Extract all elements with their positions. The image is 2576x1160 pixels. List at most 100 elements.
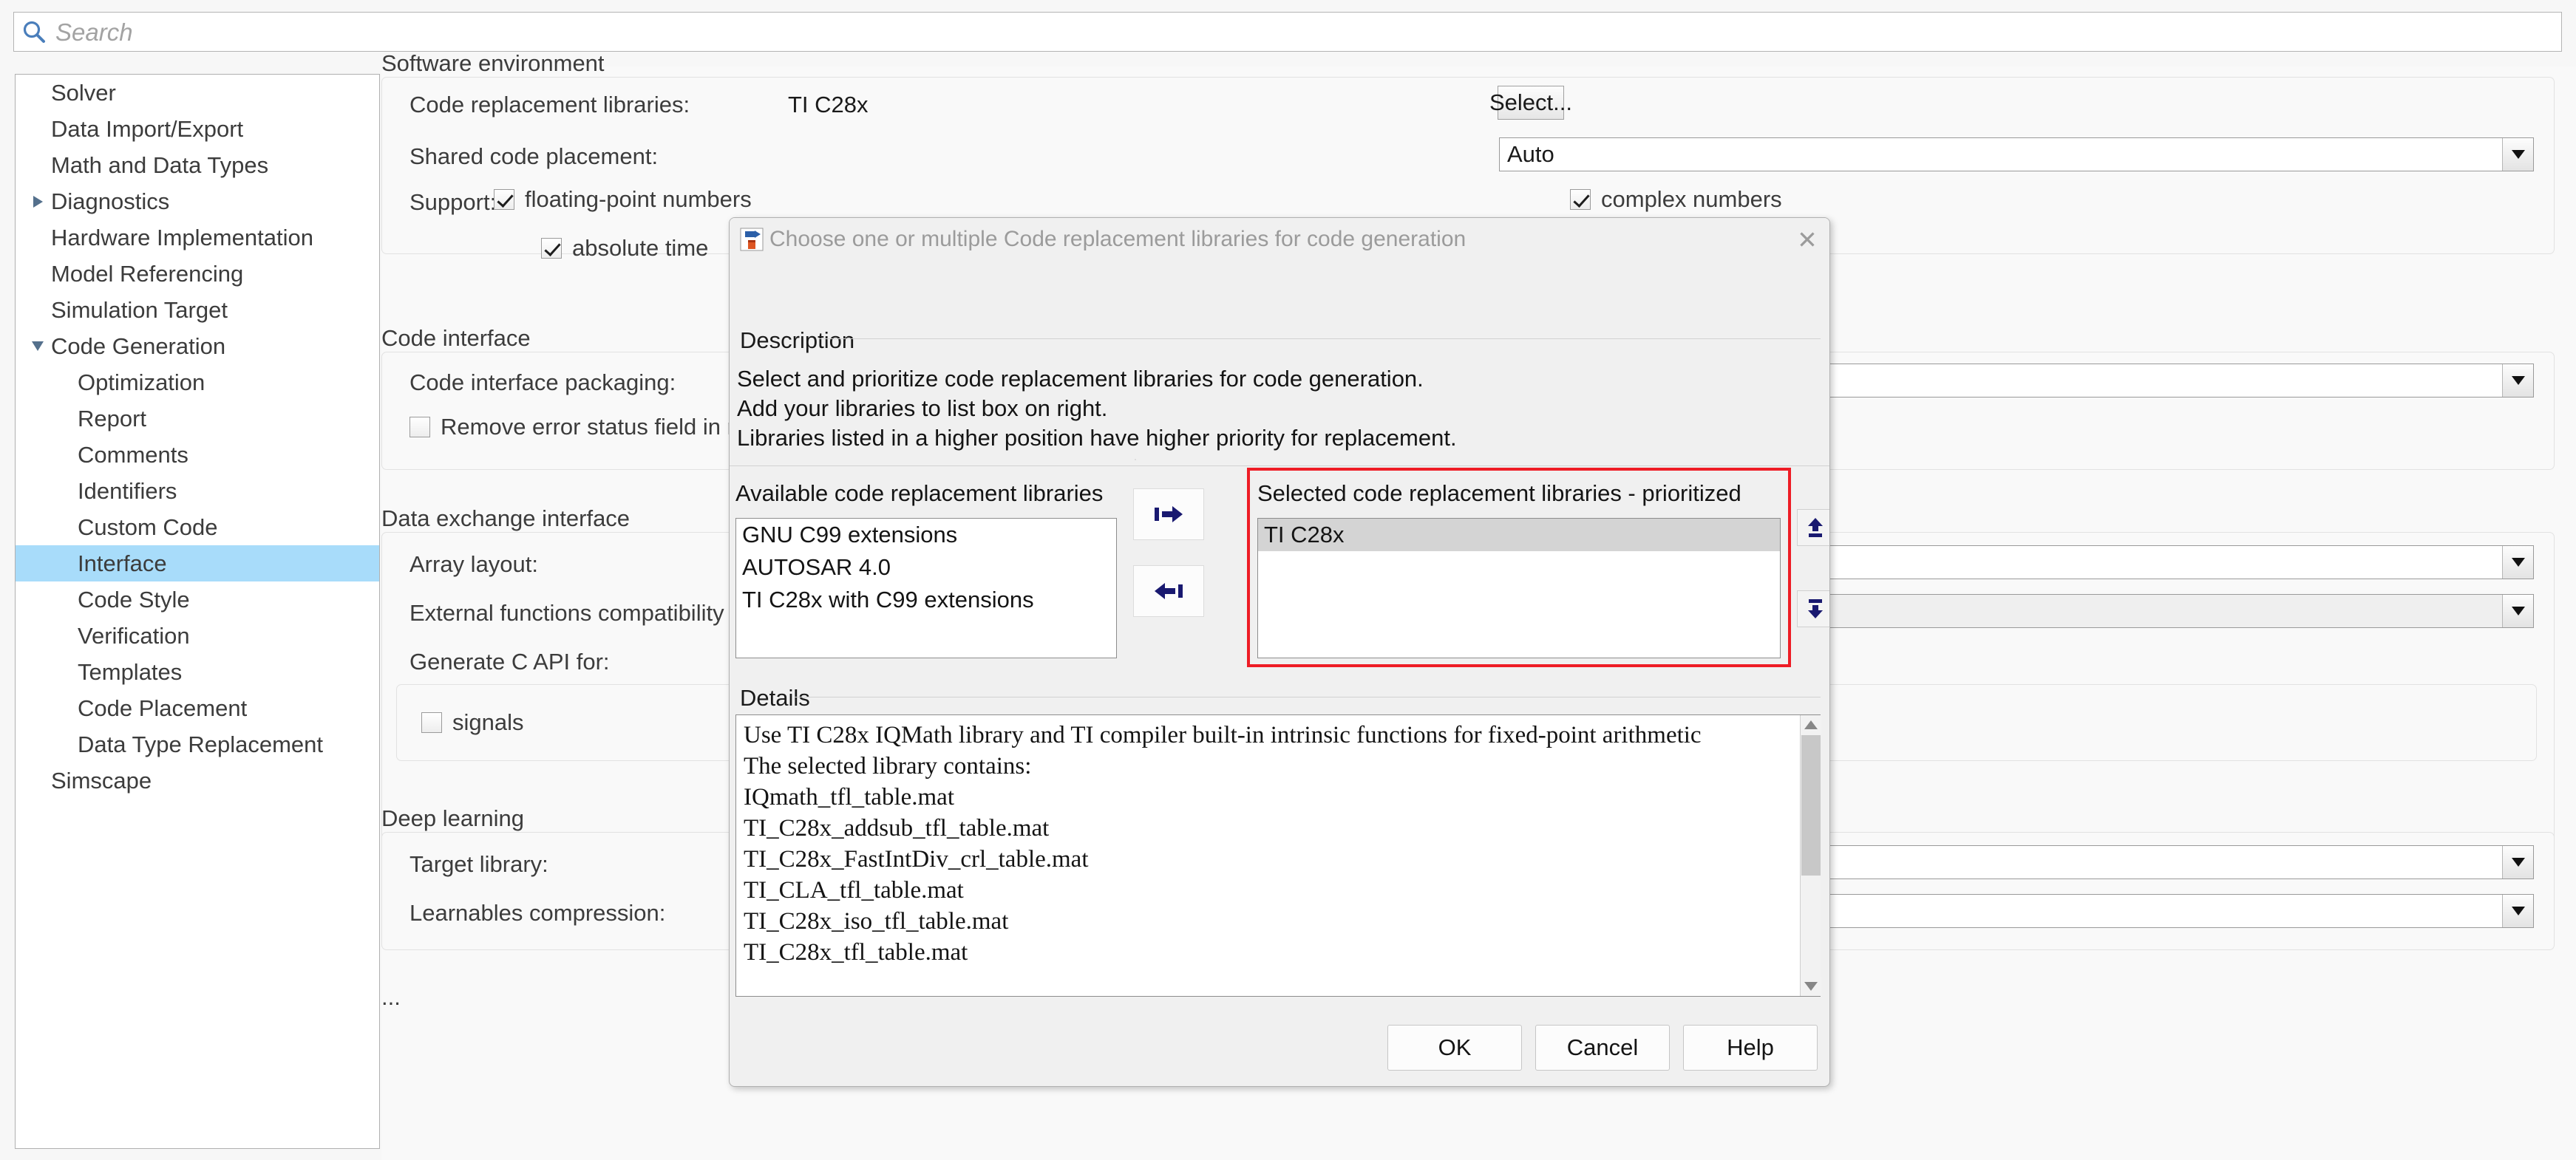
- chevron-down-icon[interactable]: [2502, 895, 2533, 927]
- sidebar-item-simscape[interactable]: Simscape: [16, 762, 379, 799]
- section-divider: [730, 465, 1829, 466]
- dialog-titlebar: Choose one or multiple Code replacement …: [730, 218, 1829, 261]
- sidebar-item-templates[interactable]: Templates: [16, 654, 379, 690]
- shared-code-placement-label: Shared code placement:: [409, 143, 659, 169]
- sidebar-item-label: Templates: [78, 658, 183, 685]
- sidebar-item-data-type-replacement[interactable]: Data Type Replacement: [16, 726, 379, 762]
- move-right-icon: [1155, 506, 1183, 522]
- help-button[interactable]: Help: [1683, 1025, 1818, 1071]
- target-library-label: Target library:: [409, 851, 548, 877]
- list-item[interactable]: AUTOSAR 4.0: [736, 551, 1116, 584]
- sidebar-item-diagnostics[interactable]: Diagnostics: [16, 183, 379, 219]
- search-bar[interactable]: Search: [13, 12, 2562, 52]
- generate-c-api-signals-checkbox[interactable]: signals: [421, 709, 524, 736]
- dialog-title: Choose one or multiple Code replacement …: [769, 227, 1467, 251]
- generate-c-api-signals-label: signals: [452, 709, 524, 735]
- sidebar-item-label: Data Import/Export: [51, 115, 244, 142]
- cancel-button[interactable]: Cancel: [1535, 1025, 1670, 1071]
- simulink-block-icon: [738, 226, 765, 253]
- checkbox-box[interactable]: [421, 712, 442, 733]
- sidebar-item-code-style[interactable]: Code Style: [16, 581, 379, 618]
- description-legend: Description: [735, 327, 860, 354]
- list-item[interactable]: TI C28x with C99 extensions: [736, 584, 1116, 616]
- sidebar-item-math-and-data-types[interactable]: Math and Data Types: [16, 147, 379, 183]
- chevron-down-icon[interactable]: [24, 341, 51, 351]
- description-divider: [818, 338, 1821, 339]
- details-intro: Use TI C28x IQMath library and TI compil…: [744, 722, 1702, 748]
- sidebar-item-label: Comments: [78, 441, 188, 468]
- sidebar-item-report[interactable]: Report: [16, 400, 379, 437]
- checkbox-box[interactable]: [409, 417, 430, 437]
- move-right-button[interactable]: [1133, 488, 1204, 540]
- description-line-1: Select and prioritize code replacement l…: [737, 366, 1424, 392]
- checkbox-box[interactable]: [494, 189, 514, 210]
- sidebar-item-data-import-export[interactable]: Data Import/Export: [16, 111, 379, 147]
- scroll-up-icon[interactable]: [1801, 715, 1821, 734]
- select-button[interactable]: Select...: [1489, 86, 1572, 120]
- sidebar-item-label: Model Referencing: [51, 260, 244, 287]
- chevron-down-icon[interactable]: [2502, 595, 2533, 627]
- sidebar-item-label: Custom Code: [78, 514, 218, 540]
- sidebar-item-solver[interactable]: Solver: [16, 75, 379, 111]
- sidebar-item-label: Code Placement: [78, 695, 248, 721]
- sidebar-item-label: Diagnostics: [51, 188, 170, 214]
- sidebar-item-code-placement[interactable]: Code Placement: [16, 690, 379, 726]
- available-libraries-label: Available code replacement libraries: [735, 480, 1104, 506]
- settings-tree[interactable]: Solver Data Import/Export Math and Data Ty…: [15, 74, 380, 1149]
- move-to-top-button[interactable]: [1797, 509, 1829, 546]
- chevron-right-icon[interactable]: [24, 195, 51, 208]
- available-libraries-listbox[interactable]: GNU C99 extensions AUTOSAR 4.0 TI C28x wit…: [735, 518, 1117, 658]
- details-file: TI_C28x_FastIntDiv_crl_table.mat: [744, 846, 1089, 873]
- chevron-down-icon[interactable]: [2502, 364, 2533, 397]
- details-pane[interactable]: Use TI C28x IQMath library and TI compil…: [735, 714, 1821, 997]
- array-layout-label: Array layout:: [409, 551, 539, 577]
- sidebar-item-label: Optimization: [78, 369, 205, 395]
- sidebar-item-code-generation[interactable]: Code Generation: [16, 328, 379, 364]
- list-item[interactable]: GNU C99 extensions: [736, 519, 1116, 551]
- details-file: TI_C28x_iso_tfl_table.mat: [744, 908, 1009, 935]
- details-file-list: IQmath_tfl_table.mat TI_C28x_addsub_tfl_t…: [736, 782, 1820, 968]
- search-placeholder: Search: [55, 18, 133, 46]
- sidebar-item-simulation-target[interactable]: Simulation Target: [16, 292, 379, 328]
- sidebar-item-interface[interactable]: Interface: [16, 545, 379, 581]
- support-absolute-time-label: absolute time: [572, 235, 709, 261]
- support-floating-point-checkbox[interactable]: floating-point numbers: [494, 186, 752, 213]
- scrollbar-thumb[interactable]: [1801, 735, 1821, 876]
- software-environment-title: Software environment: [381, 50, 605, 76]
- support-complex-numbers-checkbox[interactable]: complex numbers: [1570, 186, 1782, 213]
- support-label: Support:: [409, 189, 497, 215]
- support-floating-point-label: floating-point numbers: [525, 186, 752, 212]
- sidebar-item-label: Report: [78, 405, 147, 431]
- support-complex-numbers-label: complex numbers: [1601, 186, 1782, 212]
- scroll-down-icon[interactable]: [1801, 977, 1821, 996]
- sidebar-item-label: Solver: [51, 79, 116, 106]
- sidebar-item-label: Hardware Implementation: [51, 224, 313, 250]
- sidebar-item-verification[interactable]: Verification: [16, 618, 379, 654]
- chevron-down-icon[interactable]: [2502, 546, 2533, 579]
- support-absolute-time-checkbox[interactable]: absolute time: [541, 235, 708, 262]
- sidebar-item-optimization[interactable]: Optimization: [16, 364, 379, 400]
- selected-libraries-listbox[interactable]: TI C28x: [1257, 518, 1781, 658]
- list-item[interactable]: TI C28x: [1258, 519, 1780, 551]
- checkbox-box[interactable]: [1570, 189, 1591, 210]
- move-to-bottom-button[interactable]: [1797, 590, 1829, 627]
- sidebar-item-model-referencing[interactable]: Model Referencing: [16, 256, 379, 292]
- sidebar-item-comments[interactable]: Comments: [16, 437, 379, 473]
- sidebar-item-label: Math and Data Types: [51, 151, 269, 178]
- details-legend: Details: [735, 685, 815, 712]
- deep-learning-title: Deep learning: [381, 805, 525, 831]
- sidebar-item-label: Identifiers: [78, 477, 177, 504]
- sidebar-item-identifiers[interactable]: Identifiers: [16, 473, 379, 509]
- more-ellipsis[interactable]: ...: [381, 984, 401, 1011]
- chevron-down-icon[interactable]: [2502, 138, 2533, 171]
- chevron-down-icon[interactable]: [2502, 846, 2533, 878]
- move-left-button[interactable]: [1133, 565, 1204, 617]
- sidebar-item-hardware-implementation[interactable]: Hardware Implementation: [16, 219, 379, 256]
- details-scrollbar[interactable]: [1800, 715, 1821, 996]
- sidebar-item-custom-code[interactable]: Custom Code: [16, 509, 379, 545]
- checkbox-box[interactable]: [541, 238, 562, 259]
- close-icon[interactable]: ✕: [1785, 218, 1829, 261]
- shared-code-placement-combo[interactable]: Auto: [1499, 137, 2534, 171]
- sidebar-item-label: Data Type Replacement: [78, 731, 324, 757]
- ok-button[interactable]: OK: [1387, 1025, 1522, 1071]
